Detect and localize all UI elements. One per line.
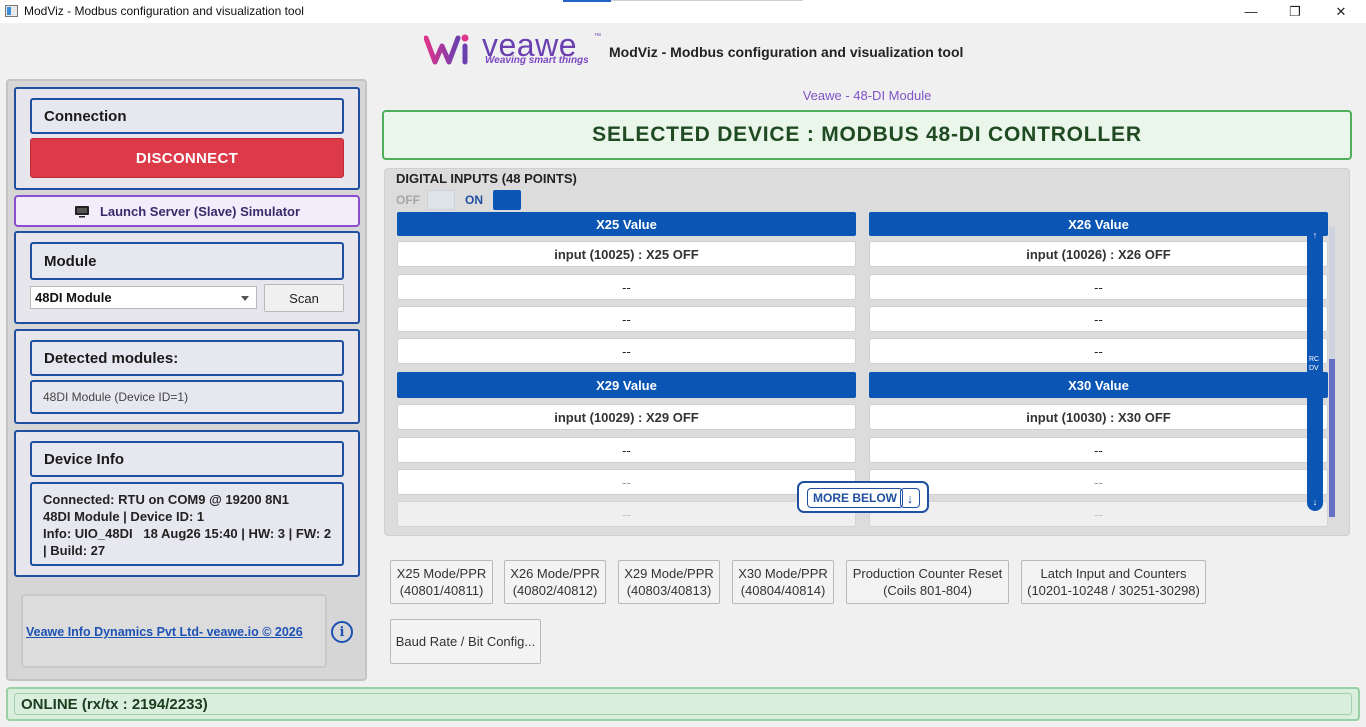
scrollbar-caption: RC DV <box>1309 356 1320 372</box>
x29-column-header: X29 Value <box>397 372 856 398</box>
titlebar-accent <box>563 0 611 2</box>
arrow-down-icon[interactable]: ↓ <box>900 488 920 508</box>
digital-inputs-title: DIGITAL INPUTS (48 POINTS) <box>396 171 577 186</box>
disconnect-button[interactable]: DISCONNECT <box>30 138 344 178</box>
maximize-button[interactable]: ❐ <box>1272 0 1318 23</box>
x25-column-header: X25 Value <box>397 212 856 236</box>
launch-simulator-button[interactable]: Launch Server (Slave) Simulator <box>14 195 360 227</box>
x29-mode-ppr-button[interactable]: X29 Mode/PPR (40803/40813) <box>618 560 720 604</box>
button-line: (10201-10248 / 30251-30298) <box>1027 583 1200 598</box>
device-info-text: Connected: RTU on COM9 @ 19200 8N1 48DI … <box>30 482 344 566</box>
latch-input-counters-button[interactable]: Latch Input and Counters (10201-10248 / … <box>1021 560 1206 604</box>
x26-empty-cell: -- <box>869 274 1328 300</box>
x26-column-header: X26 Value <box>869 212 1328 236</box>
more-below-label[interactable]: MORE BELOW <box>807 488 903 508</box>
selected-device-banner: SELECTED DEVICE : MODBUS 48-DI CONTROLLE… <box>382 110 1352 160</box>
x26-empty-cell: -- <box>869 306 1328 332</box>
device-info-line: | Build: 27 <box>43 543 106 558</box>
module-select[interactable]: 48DI Module <box>30 286 257 309</box>
x25-input-cell: input (10025) : X25 OFF <box>397 241 856 267</box>
x26-empty-cell: -- <box>869 338 1328 364</box>
button-line: (40804/40814) <box>740 583 826 598</box>
button-line: (Coils 801-804) <box>883 583 972 598</box>
x30-empty-cell: -- <box>869 469 1328 495</box>
x25-empty-cell: -- <box>397 274 856 300</box>
button-line: X30 Mode/PPR <box>738 566 828 581</box>
window-titlebar: ModViz - Modbus configuration and visual… <box>0 0 1366 23</box>
detected-modules-heading: Detected modules: <box>30 340 344 376</box>
info-icon[interactable]: i <box>331 621 353 643</box>
connection-heading: Connection <box>30 98 344 134</box>
legend-off-swatch <box>427 190 455 210</box>
x30-mode-ppr-button[interactable]: X30 Mode/PPR (40804/40814) <box>732 560 834 604</box>
x30-column-header: X30 Value <box>869 372 1328 398</box>
app-icon <box>5 5 18 17</box>
button-line: Production Counter Reset <box>852 566 1003 581</box>
device-info-heading: Device Info <box>30 441 344 477</box>
x25-empty-cell: -- <box>397 338 856 364</box>
button-line: (40801/40811) <box>399 583 484 598</box>
x25-mode-ppr-button[interactable]: X25 Mode/PPR (40801/40811) <box>390 560 493 604</box>
button-line: (40802/40812) <box>512 583 598 598</box>
baud-rate-config-button[interactable]: Baud Rate / Bit Config... <box>390 619 541 664</box>
minimize-button[interactable]: — <box>1228 0 1274 23</box>
company-link[interactable]: Veawe Info Dynamics Pvt Ltd- veawe.io © … <box>26 625 303 639</box>
inputs-scrollbar[interactable]: ↑ RC DV ↓ <box>1307 227 1323 511</box>
launch-simulator-label: Launch Server (Slave) Simulator <box>99 203 301 219</box>
chevron-down-icon <box>241 296 249 301</box>
x29-input-cell: input (10029) : X29 OFF <box>397 404 856 430</box>
module-subtitle: Veawe - 48-DI Module <box>802 88 932 103</box>
module-select-value: 48DI Module <box>35 290 112 305</box>
device-info-line: Connected: RTU on COM9 @ 19200 8N1 <box>43 492 290 507</box>
outer-scrollbar-thumb[interactable] <box>1329 359 1335 517</box>
legend-off-label: OFF <box>396 193 420 207</box>
status-text: ONLINE (rx/tx : 2194/2233) <box>14 693 1352 715</box>
logo-tagline: Weaving smart things <box>485 55 589 66</box>
legend-on-swatch <box>493 190 521 210</box>
device-info-line: 48DI Module | Device ID: 1 <box>43 509 205 524</box>
x26-input-cell: input (10026) : X26 OFF <box>869 241 1328 267</box>
x29-empty-cell: -- <box>397 501 856 527</box>
digital-inputs-panel: DIGITAL INPUTS (48 POINTS) OFF ON X25 Va… <box>384 168 1350 536</box>
x26-mode-ppr-button[interactable]: X26 Mode/PPR (40802/40812) <box>504 560 606 604</box>
scroll-down-icon[interactable]: ↓ <box>1307 497 1323 507</box>
detected-module-item[interactable]: 48DI Module (Device ID=1) <box>30 380 344 414</box>
legend-on-label: ON <box>465 193 483 207</box>
more-below-indicator[interactable]: MORE BELOW ↓ <box>797 481 929 513</box>
device-info-line: Info: UIO_48DI 18 Aug26 15:40 | HW: 3 | … <box>43 526 332 541</box>
x30-empty-cell: -- <box>869 437 1328 463</box>
x29-empty-cell: -- <box>397 469 856 495</box>
production-counter-reset-button[interactable]: Production Counter Reset (Coils 801-804) <box>846 560 1009 604</box>
header-title: ModViz - Modbus configuration and visual… <box>609 44 964 60</box>
scan-button[interactable]: Scan <box>264 284 344 312</box>
logo-trademark: ™ <box>594 33 601 40</box>
veawe-logo: veawe Weaving smart things ™ <box>424 27 602 70</box>
window-title: ModViz - Modbus configuration and visual… <box>24 4 304 18</box>
x30-input-cell: input (10030) : X30 OFF <box>869 404 1328 430</box>
close-button[interactable]: ✕ <box>1318 0 1364 23</box>
x25-empty-cell: -- <box>397 306 856 332</box>
veawe-logo-mark-icon <box>424 34 469 65</box>
button-line: X26 Mode/PPR <box>510 566 600 581</box>
button-line: (40803/40813) <box>626 583 712 598</box>
scroll-up-icon[interactable]: ↑ <box>1307 230 1323 240</box>
x29-empty-cell: -- <box>397 437 856 463</box>
status-bar: ONLINE (rx/tx : 2194/2233) <box>6 687 1360 721</box>
button-line: X29 Mode/PPR <box>624 566 714 581</box>
button-line: X25 Mode/PPR <box>396 566 487 581</box>
button-line: Baud Rate / Bit Config... <box>395 634 536 649</box>
button-line: Latch Input and Counters <box>1040 566 1187 581</box>
x30-empty-cell: -- <box>869 501 1328 527</box>
module-heading: Module <box>30 242 344 280</box>
monitor-icon <box>74 205 89 217</box>
titlebar-divider <box>611 0 803 1</box>
